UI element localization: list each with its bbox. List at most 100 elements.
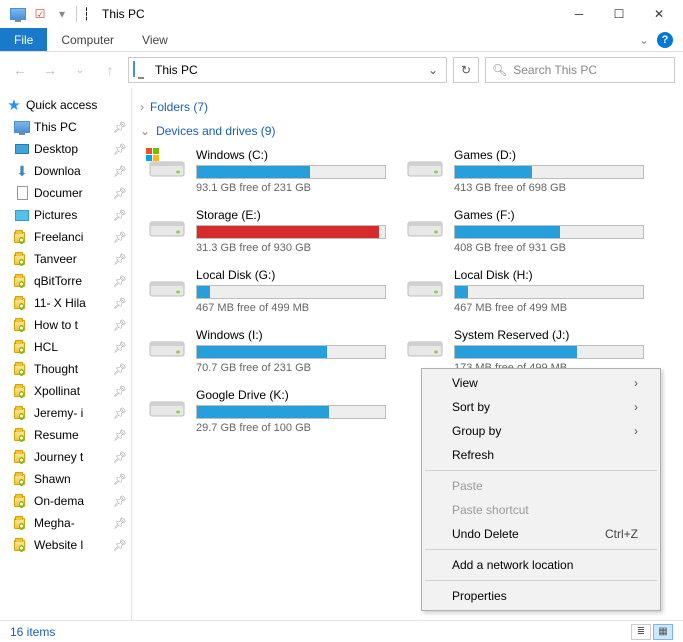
sidebar-item[interactable]: ●Shawn📌︎ <box>0 468 131 490</box>
sidebar-item-label: Thought <box>34 362 78 376</box>
drive-item[interactable]: Windows (C:) 93.1 GB free of 231 GB <box>146 144 388 198</box>
pin-icon: 📌︎ <box>113 385 127 398</box>
capacity-bar <box>196 285 386 299</box>
sidebar-item[interactable]: ●Xpollinat📌︎ <box>0 380 131 402</box>
status-text: 16 items <box>10 625 55 639</box>
address-dropdown-icon[interactable]: ⌄ <box>424 63 442 77</box>
qat-more-icon[interactable]: ┆ <box>76 6 92 22</box>
search-input[interactable]: 🔍︎ Search This PC <box>485 57 675 83</box>
help-icon[interactable]: ? <box>657 32 673 48</box>
quick-access-toolbar: ☑ ▾ ┆ <box>4 6 92 22</box>
address-text: This PC <box>155 63 198 77</box>
menu-item-label: Refresh <box>452 448 494 462</box>
sidebar-item[interactable]: This PC📌︎ <box>0 116 131 138</box>
details-view-button[interactable]: ≣ <box>631 624 651 640</box>
drive-item[interactable]: Games (D:) 413 GB free of 698 GB <box>404 144 646 198</box>
context-menu-item[interactable]: Add a network location <box>424 553 658 577</box>
drive-name: Games (F:) <box>454 208 644 222</box>
sidebar-item[interactable]: ●Jeremy- i📌︎ <box>0 402 131 424</box>
file-tab[interactable]: File <box>0 28 47 51</box>
forward-button[interactable]: → <box>38 58 62 82</box>
sidebar-item[interactable]: ●Thought📌︎ <box>0 358 131 380</box>
pin-icon: 📌︎ <box>113 253 127 266</box>
capacity-bar <box>196 405 386 419</box>
view-tab[interactable]: View <box>128 28 182 51</box>
submenu-arrow-icon: › <box>634 400 638 414</box>
item-icon: ● <box>14 427 30 443</box>
minimize-button[interactable]: ─ <box>559 0 599 28</box>
ribbon-expand-icon[interactable]: ⌄ <box>639 33 649 47</box>
sidebar-item-label: 11- X Hila <box>34 296 86 310</box>
sidebar-item-label: Xpollinat <box>34 384 80 398</box>
drive-icon <box>148 152 186 182</box>
capacity-bar <box>454 165 644 179</box>
drive-name: System Reserved (J:) <box>454 328 644 342</box>
item-icon: ● <box>14 493 30 509</box>
item-icon: ● <box>14 251 30 267</box>
refresh-button[interactable]: ↻ <box>453 57 479 83</box>
sidebar-item[interactable]: ●qBitTorre📌︎ <box>0 270 131 292</box>
tiles-view-button[interactable]: ▦ <box>653 624 673 640</box>
computer-tab[interactable]: Computer <box>47 28 128 51</box>
drive-item[interactable]: Google Drive (K:) 29.7 GB free of 100 GB <box>146 384 388 438</box>
menu-item-label: Paste <box>452 479 483 493</box>
star-icon: ★ <box>7 96 20 114</box>
item-icon: ● <box>14 229 30 245</box>
pin-icon: 📌︎ <box>113 231 127 244</box>
context-menu-item[interactable]: Sort by › <box>424 395 658 419</box>
properties-icon[interactable]: ☑ <box>32 6 48 22</box>
up-button[interactable]: ↑ <box>98 58 122 82</box>
sidebar-item[interactable]: ● Tanveer 📌︎ <box>0 248 131 270</box>
sidebar-item[interactable]: Documer📌︎ <box>0 182 131 204</box>
sidebar-item[interactable]: Desktop📌︎ <box>0 138 131 160</box>
pin-icon: 📌︎ <box>113 363 127 376</box>
new-folder-icon[interactable]: ▾ <box>54 6 70 22</box>
sidebar-item-label: Tanveer <box>34 252 77 266</box>
maximize-button[interactable]: ☐ <box>599 0 639 28</box>
sidebar-item[interactable]: ●Resume📌︎ <box>0 424 131 446</box>
sidebar-item[interactable]: ●HCL📌︎ <box>0 336 131 358</box>
context-menu-item[interactable]: Group by› <box>424 419 658 443</box>
menu-item-label: Sort by <box>452 400 490 414</box>
item-icon: ● <box>14 339 30 355</box>
context-menu-item[interactable]: Properties <box>424 584 658 608</box>
item-icon <box>14 185 30 201</box>
sidebar-item[interactable]: ●Journey t📌︎ <box>0 446 131 468</box>
drive-item[interactable]: Storage (E:) 31.3 GB free of 930 GB <box>146 204 388 258</box>
sidebar-item[interactable]: ●How to t📌︎ <box>0 314 131 336</box>
context-menu-item[interactable]: Refresh <box>424 443 658 467</box>
item-icon <box>14 207 30 223</box>
sidebar-item[interactable]: ●Freelanci📌︎ <box>0 226 131 248</box>
item-icon: ● <box>14 317 30 333</box>
sidebar-item[interactable]: ●11- X Hila📌︎ <box>0 292 131 314</box>
sidebar-item[interactable]: ●On-dema📌︎ <box>0 490 131 512</box>
sidebar-item[interactable]: ●Megha-📌︎ <box>0 512 131 534</box>
drive-item[interactable]: Windows (I:) 70.7 GB free of 231 GB <box>146 324 388 378</box>
context-menu-item[interactable]: View› <box>424 371 658 395</box>
context-menu-item[interactable]: Undo DeleteCtrl+Z <box>424 522 658 546</box>
drive-item[interactable]: Games (F:) 408 GB free of 931 GB <box>404 204 646 258</box>
drive-icon <box>148 332 186 362</box>
drive-item[interactable]: Local Disk (H:) 467 MB free of 499 MB <box>404 264 646 318</box>
drives-group-header[interactable]: ⌄ Devices and drives (9) <box>140 120 683 144</box>
sidebar-item-label: Megha- <box>34 516 75 530</box>
sidebar-item-quick-access[interactable]: ★ Quick access <box>0 94 131 116</box>
recent-dropdown[interactable]: ⌄ <box>68 58 92 82</box>
folders-group-header[interactable]: › Folders (7) <box>140 96 683 120</box>
back-button[interactable]: ← <box>8 58 32 82</box>
sidebar-item-label: Documer <box>34 186 83 200</box>
drive-icon <box>406 152 444 182</box>
drive-item[interactable]: Local Disk (G:) 467 MB free of 499 MB <box>146 264 388 318</box>
sidebar-item[interactable]: Pictures📌︎ <box>0 204 131 226</box>
sidebar-item[interactable]: ⬇Downloa📌︎ <box>0 160 131 182</box>
address-bar[interactable]: This PC ⌄ <box>128 57 447 83</box>
submenu-arrow-icon: › <box>634 424 638 438</box>
pin-icon: 📌︎ <box>113 209 127 222</box>
item-icon <box>14 141 30 157</box>
sidebar-item-label: Resume <box>34 428 79 442</box>
menu-hotkey: Ctrl+Z <box>605 527 638 541</box>
drive-name: Local Disk (G:) <box>196 268 386 282</box>
content-area[interactable]: › Folders (7) ⌄ Devices and drives (9) W… <box>132 88 683 620</box>
close-button[interactable]: ✕ <box>639 0 679 28</box>
sidebar-item[interactable]: ●Website l📌︎ <box>0 534 131 556</box>
